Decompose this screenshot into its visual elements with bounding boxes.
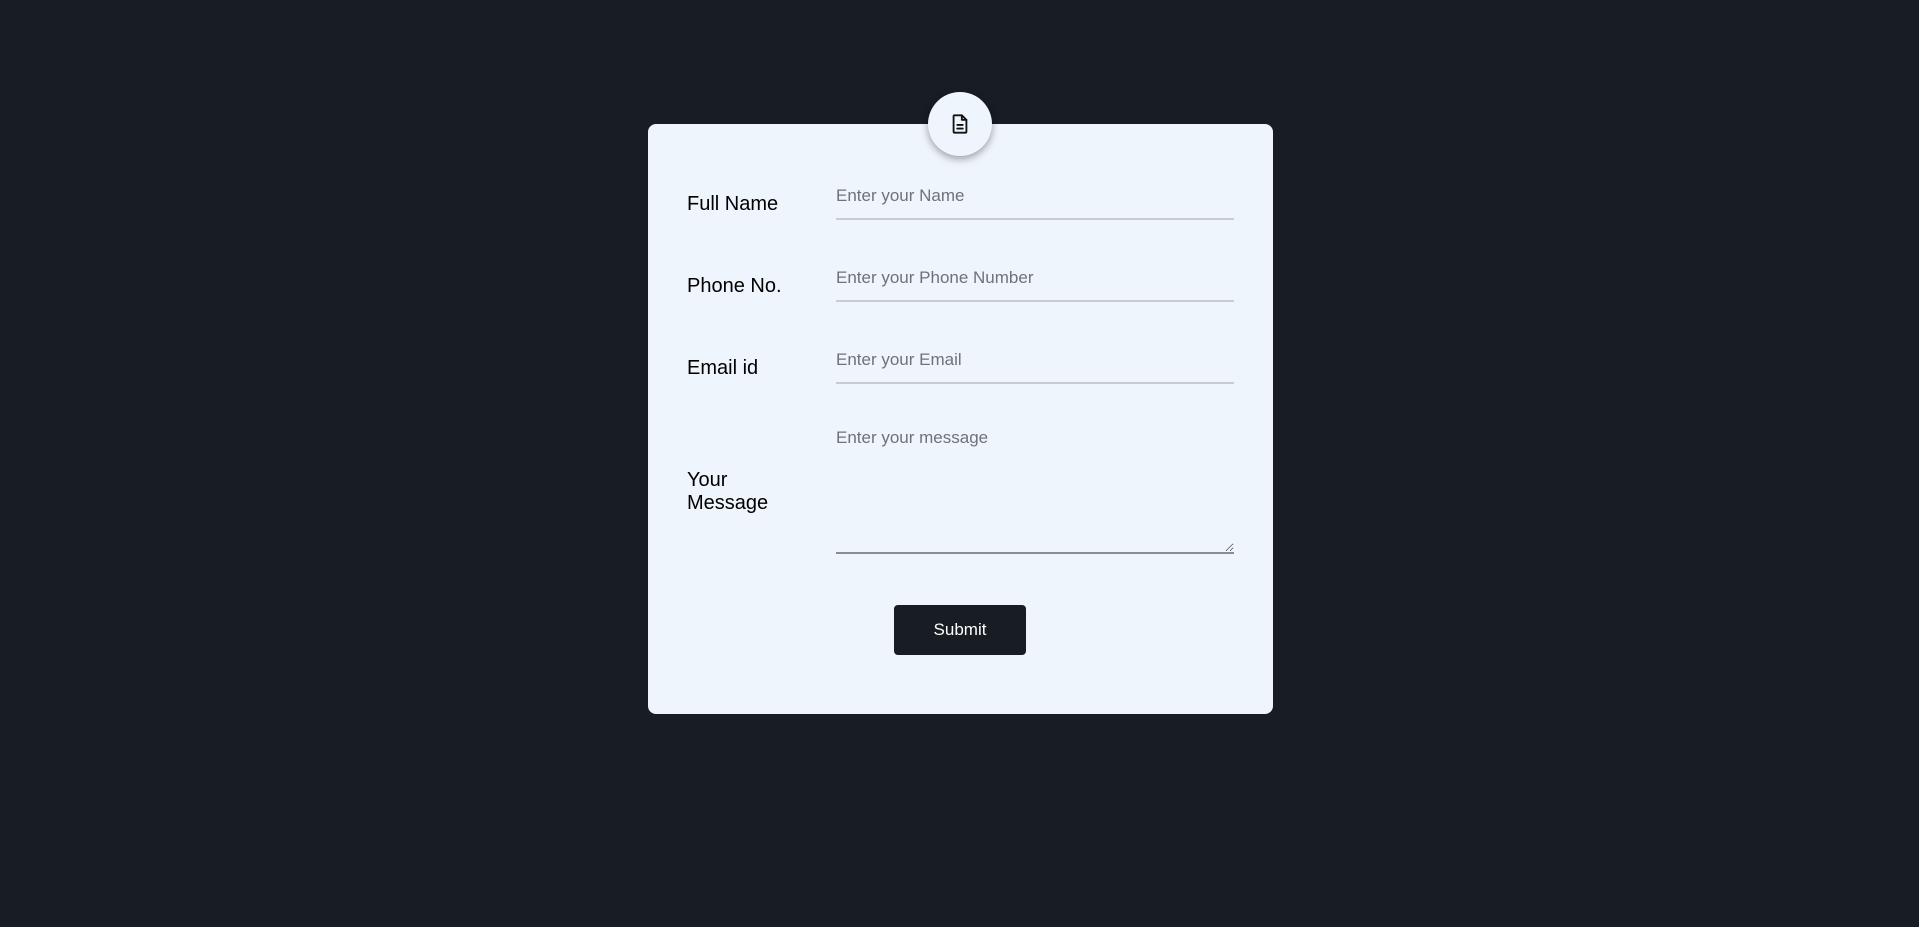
message-textarea[interactable] (836, 424, 1234, 554)
phone-label: Phone No. (687, 275, 782, 297)
email-label: Email id (687, 357, 759, 379)
document-icon (949, 113, 971, 135)
contact-form-card: Full Name Phone No. Email id Your Messag… (648, 92, 1273, 714)
full-name-label: Full Name (687, 193, 779, 215)
submit-button[interactable]: Submit (894, 605, 1026, 655)
email-input[interactable] (836, 344, 1234, 384)
page-background: Full Name Phone No. Email id Your Messag… (0, 0, 1919, 927)
phone-input[interactable] (836, 262, 1234, 302)
form-badge (928, 92, 992, 156)
full-name-input[interactable] (836, 180, 1234, 220)
message-label: Your Message (687, 469, 769, 514)
